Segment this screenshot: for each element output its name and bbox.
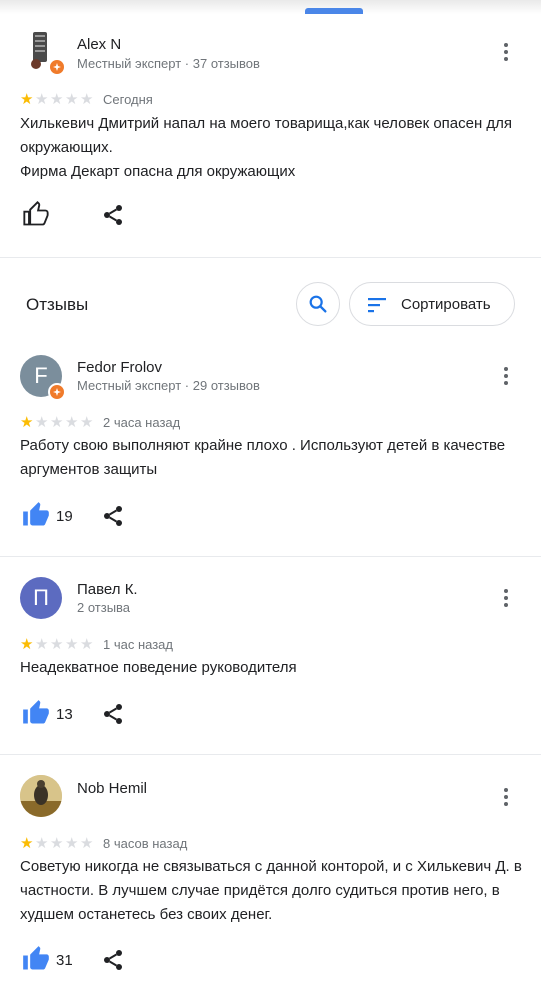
- rating-stars: ★ ★ ★ ★ ★: [20, 92, 95, 107]
- avatar-letter: П: [33, 585, 49, 610]
- avatar[interactable]: [20, 30, 66, 76]
- rating-stars: ★ ★ ★ ★ ★: [20, 836, 95, 851]
- avatar[interactable]: [20, 775, 62, 817]
- more-options-icon[interactable]: [495, 40, 517, 64]
- thumbs-up-icon[interactable]: [22, 699, 50, 727]
- like-count: 31: [56, 952, 73, 969]
- author-name[interactable]: Alex N: [77, 36, 121, 53]
- star-icon: ★: [20, 835, 34, 852]
- review-time: Сегодня: [103, 92, 153, 107]
- sort-label: Сортировать: [401, 296, 491, 313]
- review-time: 8 часов назад: [103, 836, 188, 851]
- section-title: Отзывы: [26, 295, 89, 314]
- author-name[interactable]: Nob Hemil: [77, 780, 147, 797]
- like-count: 19: [56, 508, 73, 525]
- divider: [0, 556, 541, 557]
- share-icon[interactable]: [101, 702, 125, 726]
- sort-button[interactable]: Сортировать: [349, 282, 515, 326]
- star-icon: ★: [35, 414, 49, 431]
- review-time: 2 часа назад: [103, 415, 181, 430]
- star-icon: ★: [65, 636, 79, 653]
- author-meta: 2 отзыва: [77, 600, 131, 615]
- star-icon: ★: [80, 636, 94, 653]
- rating-stars: ★ ★ ★ ★ ★: [20, 637, 95, 652]
- author-meta: Местный эксперт · 37 отзывов: [77, 56, 260, 71]
- top-sheet-edge: [0, 0, 541, 14]
- star-icon: ★: [20, 91, 34, 108]
- thumbs-up-icon[interactable]: [22, 945, 50, 973]
- review-text: Хилькевич Дмитрий напал на моего товарищ…: [20, 112, 525, 184]
- local-guide-badge-icon: [48, 58, 66, 76]
- star-icon: ★: [35, 636, 49, 653]
- share-icon[interactable]: [101, 948, 125, 972]
- sheet-drag-handle[interactable]: [305, 8, 363, 14]
- share-icon[interactable]: [101, 504, 125, 528]
- avatar-letter: F: [34, 363, 48, 388]
- divider: [0, 754, 541, 755]
- review-text-line: Фирма Декарт опасна для окружающих: [20, 163, 296, 180]
- local-guide-badge-icon: [48, 383, 66, 401]
- star-icon: ★: [80, 91, 94, 108]
- star-icon: ★: [20, 414, 34, 431]
- rating-stars: ★ ★ ★ ★ ★: [20, 415, 95, 430]
- review-text: Работу свою выполняют крайне плохо . Исп…: [20, 434, 525, 482]
- avatar[interactable]: П: [20, 577, 62, 619]
- author-name[interactable]: Fedor Frolov: [77, 359, 162, 376]
- author-meta: Местный эксперт · 29 отзывов: [77, 378, 260, 393]
- star-icon: ★: [65, 835, 79, 852]
- more-options-icon[interactable]: [495, 785, 517, 809]
- review-text-line: Хилькевич Дмитрий напал на моего товарищ…: [20, 115, 513, 156]
- star-icon: ★: [80, 835, 94, 852]
- review-text-line: Неадекватное поведение руководителя: [20, 659, 297, 676]
- thumbs-up-icon[interactable]: [22, 501, 50, 529]
- star-icon: ★: [65, 414, 79, 431]
- more-options-icon[interactable]: [495, 364, 517, 388]
- review-text: Советую никогда не связываться с данной …: [20, 855, 525, 927]
- star-icon: ★: [35, 91, 49, 108]
- star-icon: ★: [50, 835, 64, 852]
- review-time: 1 час назад: [103, 637, 173, 652]
- review-text-line: Советую никогда не связываться с данной …: [20, 858, 522, 923]
- search-reviews-button[interactable]: [296, 282, 340, 326]
- star-icon: ★: [65, 91, 79, 108]
- author-name[interactable]: Павел К.: [77, 581, 138, 598]
- star-icon: ★: [35, 835, 49, 852]
- sort-icon: [368, 298, 386, 313]
- thumbs-up-icon[interactable]: [22, 200, 50, 228]
- like-count: 13: [56, 706, 73, 723]
- review-text: Неадекватное поведение руководителя: [20, 656, 525, 680]
- review-text-line: Работу свою выполняют крайне плохо . Исп…: [20, 437, 506, 478]
- star-icon: ★: [80, 414, 94, 431]
- divider: [0, 257, 541, 258]
- star-icon: ★: [50, 91, 64, 108]
- star-icon: ★: [50, 636, 64, 653]
- star-icon: ★: [20, 636, 34, 653]
- share-icon[interactable]: [101, 203, 125, 227]
- avatar[interactable]: F: [20, 355, 66, 401]
- search-icon: [309, 295, 327, 313]
- star-icon: ★: [50, 414, 64, 431]
- avatar-photo: [20, 775, 62, 817]
- more-options-icon[interactable]: [495, 586, 517, 610]
